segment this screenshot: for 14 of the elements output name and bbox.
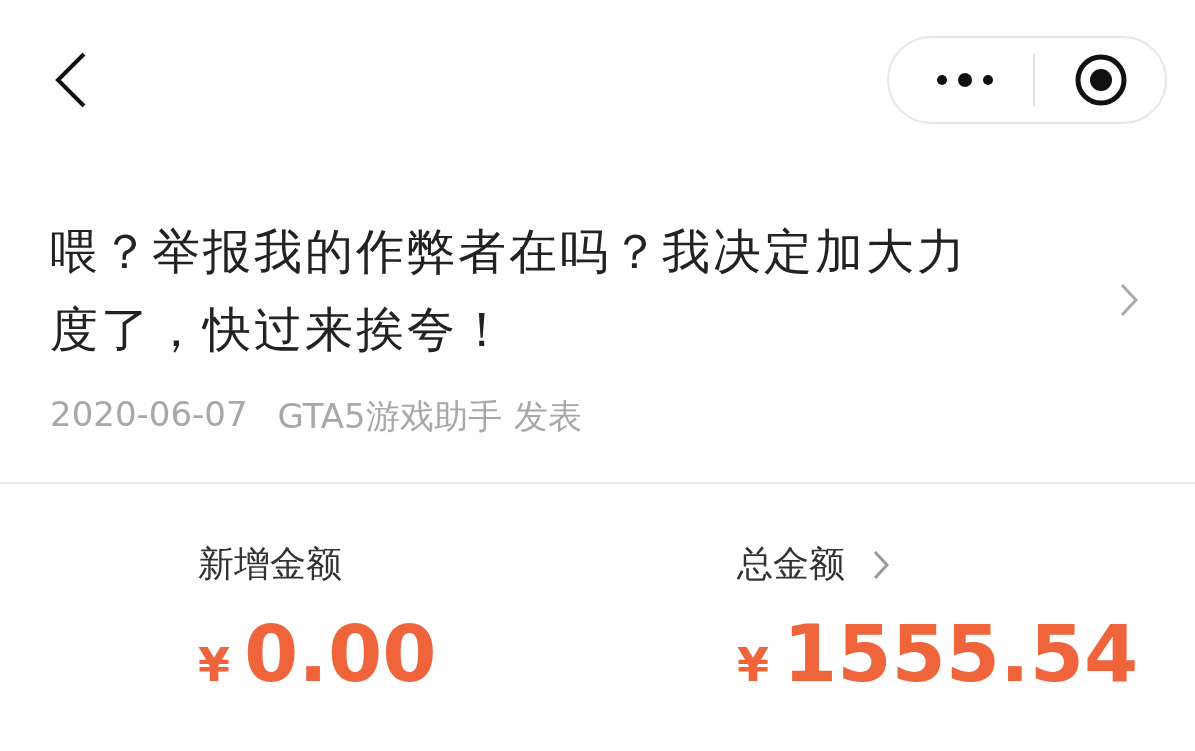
chevron-right-icon[interactable] (873, 549, 889, 580)
close-icon[interactable] (1073, 53, 1128, 107)
publish-date: 2020-06-07 (50, 394, 248, 436)
stat-label: 总金额 (737, 542, 845, 586)
author-name: GTA5游戏助手 (277, 395, 502, 438)
amount-value: 1555.54 (783, 609, 1139, 699)
publish-label: 发表 (513, 395, 582, 438)
article-title[interactable]: 喂？举报我的作弊者在吗？我决定加大力度了，快过来挨夸！ (50, 212, 1010, 368)
stat-label: 新增金额 (198, 542, 342, 586)
more-icon[interactable] (936, 73, 995, 87)
currency-sign: ¥ (737, 638, 769, 692)
amount-value: 0.00 (244, 609, 437, 699)
currency-sign: ¥ (198, 638, 230, 692)
back-icon[interactable] (54, 52, 88, 108)
